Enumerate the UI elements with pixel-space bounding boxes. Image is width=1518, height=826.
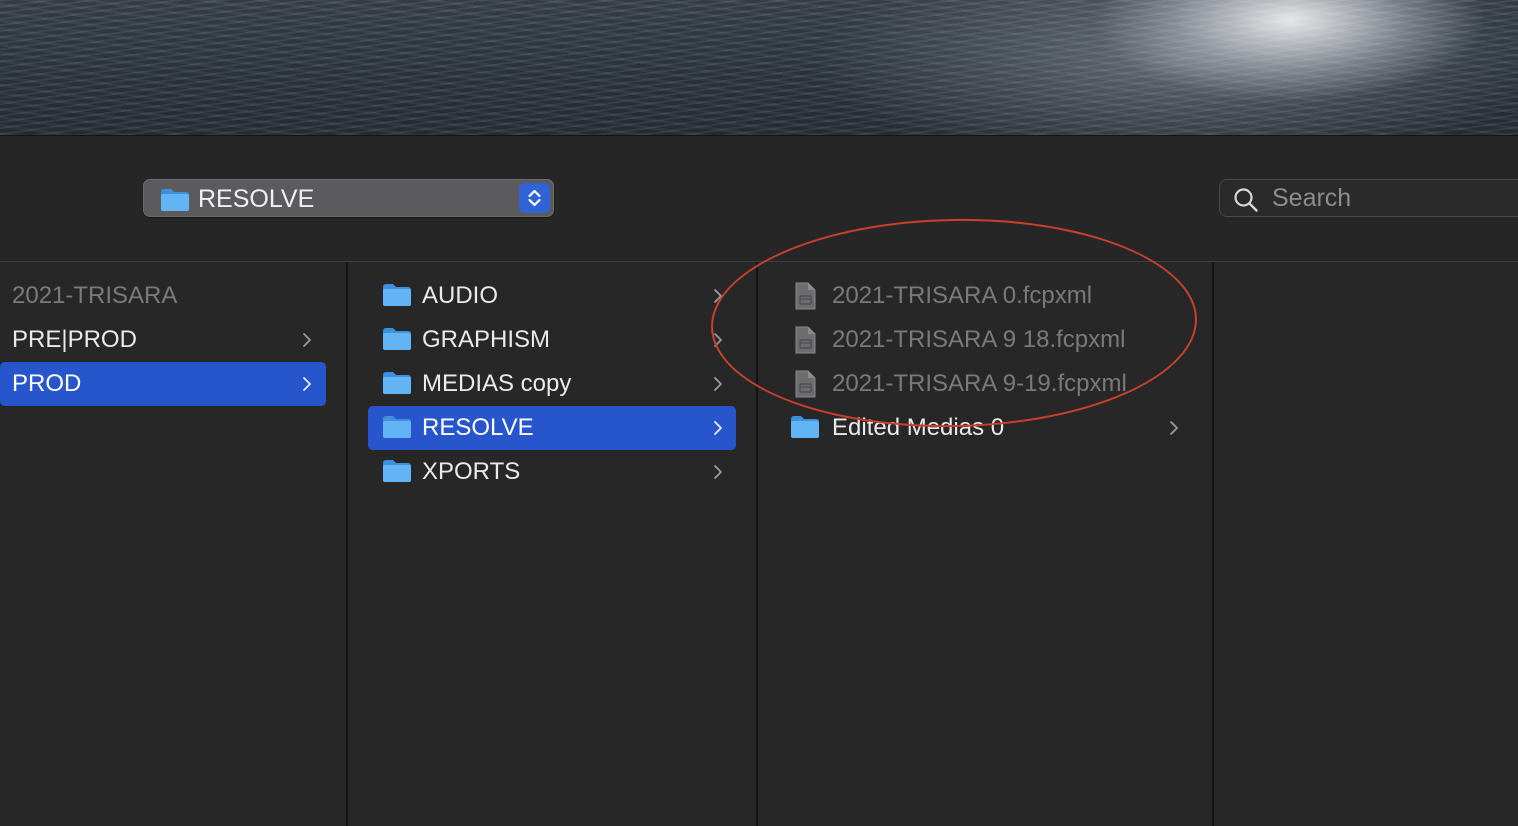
chevron-right-icon — [1170, 421, 1178, 435]
popup-stepper[interactable] — [519, 183, 550, 213]
location-popup-label: RESOLVE — [198, 185, 315, 213]
folder-icon — [383, 460, 411, 482]
document-icon — [795, 326, 816, 354]
list-item-file[interactable]: 2021-TRISARA 0.fcpxml — [770, 274, 1194, 318]
document-icon — [795, 370, 816, 398]
list-item-label: MEDIAS copy — [422, 370, 572, 397]
folder-icon — [791, 416, 819, 438]
list-item-file[interactable]: 2021-TRISARA 9-19.fcpxml — [770, 362, 1194, 406]
search-input[interactable] — [1272, 183, 1518, 213]
chevron-right-icon — [714, 377, 722, 391]
chevron-right-icon — [714, 333, 722, 347]
desktop-background — [0, 0, 1518, 135]
toolbar-divider — [0, 261, 1518, 262]
list-item-label: AUDIO — [422, 282, 499, 309]
list-item-label: 2021-TRISARA 9 18.fcpxml — [832, 326, 1126, 353]
list-item-label: XPORTS — [422, 458, 521, 485]
chevron-right-icon — [303, 377, 311, 391]
list-item-label: 2021-TRISARA 0.fcpxml — [832, 282, 1093, 309]
list-item-label: Edited Medias 0 — [832, 414, 1005, 441]
folder-icon — [161, 189, 189, 211]
column-divider[interactable] — [346, 262, 348, 826]
list-item-label: PRE|PROD — [12, 326, 137, 353]
list-item-edited-medias[interactable]: Edited Medias 0 — [770, 406, 1194, 450]
list-item-file[interactable]: 2021-TRISARA 9 18.fcpxml — [770, 318, 1194, 362]
column-1-header: 2021-TRISARA — [0, 274, 326, 318]
column-divider[interactable] — [756, 262, 758, 826]
list-item-xports[interactable]: XPORTS — [368, 450, 736, 494]
column-divider[interactable] — [1212, 262, 1214, 826]
list-item-audio[interactable]: AUDIO — [368, 274, 736, 318]
document-icon — [795, 282, 816, 310]
list-item-label: GRAPHISM — [422, 326, 551, 353]
search-field[interactable] — [1219, 179, 1518, 217]
list-item-resolve[interactable]: RESOLVE — [368, 406, 736, 450]
list-item-label: PROD — [12, 370, 82, 397]
up-down-stepper-icon — [528, 189, 541, 207]
list-item-pre-prod[interactable]: PRE|PROD — [0, 318, 326, 362]
list-item-medias-copy[interactable]: MEDIAS copy — [368, 362, 736, 406]
folder-icon — [383, 416, 411, 438]
list-item-graphism[interactable]: GRAPHISM — [368, 318, 736, 362]
folder-icon — [383, 372, 411, 394]
list-item-label: RESOLVE — [422, 414, 534, 441]
column-1-header-label: 2021-TRISARA — [12, 282, 178, 309]
chevron-right-icon — [714, 465, 722, 479]
folder-icon — [383, 328, 411, 350]
location-popup-button[interactable]: RESOLVE — [143, 179, 554, 217]
list-item-prod[interactable]: PROD — [0, 362, 326, 406]
list-item-label: 2021-TRISARA 9-19.fcpxml — [832, 370, 1127, 397]
chevron-right-icon — [303, 333, 311, 347]
chevron-right-icon — [714, 289, 722, 303]
chevron-right-icon — [714, 421, 722, 435]
search-icon — [1234, 188, 1258, 212]
folder-icon — [383, 284, 411, 306]
